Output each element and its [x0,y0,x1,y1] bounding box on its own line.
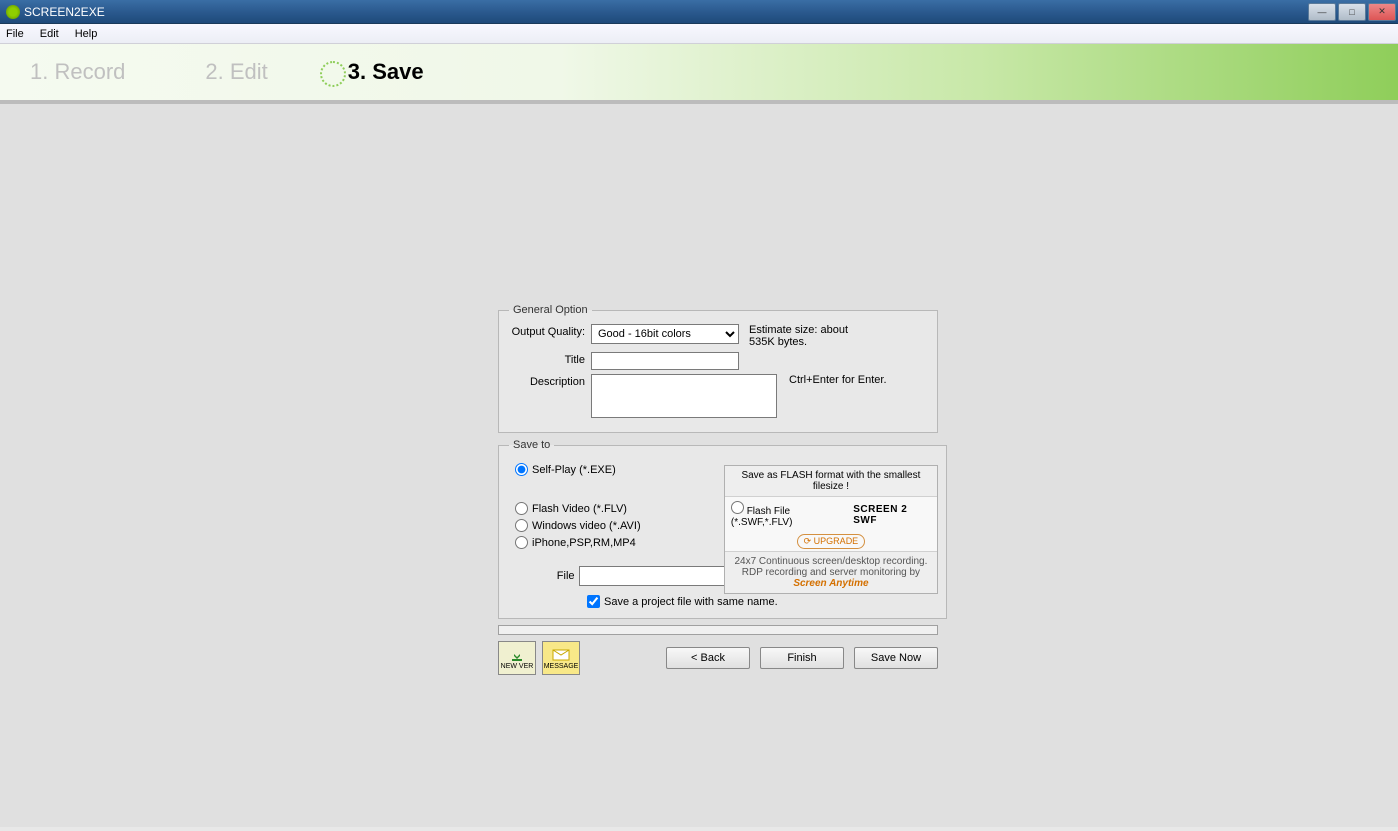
description-input[interactable] [591,374,777,418]
description-hint: Ctrl+Enter for Enter. [789,374,887,386]
download-icon [507,647,527,663]
promo-box: Save as FLASH format with the smallest f… [724,465,938,594]
title-label: Title [509,352,585,366]
description-label: Description [509,374,585,388]
close-button[interactable]: ✕ [1368,3,1396,21]
menu-bar: File Edit Help [0,24,1398,44]
title-input[interactable] [591,352,739,370]
general-option-group: General Option Output Quality: Good - 16… [498,304,938,433]
app-title: SCREEN2EXE [24,5,105,19]
file-label: File [549,570,575,582]
maximize-button[interactable]: □ [1338,3,1366,21]
save-now-button[interactable]: Save Now [854,647,938,669]
step-record[interactable]: 1. Record [30,59,125,85]
save-project-checkbox[interactable] [587,595,600,608]
menu-file[interactable]: File [6,28,24,40]
radio-flash-file[interactable]: Flash File (*.SWF,*.FLV) [731,501,849,528]
new-version-button[interactable]: NEW VER [498,641,536,675]
save-project-label: Save a project file with same name. [604,596,778,608]
minimize-button[interactable]: — [1308,3,1336,21]
promo-headline: Save as FLASH format with the smallest f… [725,466,937,497]
estimate-size: Estimate size: about 535K bytes. [749,324,869,348]
quality-label: Output Quality: [509,324,585,338]
mail-icon [551,647,571,663]
progress-bar [498,625,938,635]
quality-select[interactable]: Good - 16bit colors [591,324,739,344]
menu-help[interactable]: Help [75,28,98,40]
menu-edit[interactable]: Edit [40,28,59,40]
step-save: 3. Save [348,59,424,85]
general-legend: General Option [509,304,592,316]
promo-description: 24x7 Continuous screen/desktop recording… [734,556,927,578]
saveto-legend: Save to [509,439,554,451]
title-bar: SCREEN2EXE — □ ✕ [0,0,1398,24]
upgrade-button[interactable]: ⟳ UPGRADE [797,534,866,549]
save-to-group: Save to Self-Play (*.EXE) Flash Video (*… [498,439,947,619]
content-area: General Option Output Quality: Good - 16… [0,104,1398,827]
back-button[interactable]: < Back [666,647,750,669]
step-edit[interactable]: 2. Edit [205,59,267,85]
message-button[interactable]: MESSAGE [542,641,580,675]
app-icon [6,5,20,19]
screen-anytime-logo[interactable]: Screen Anytime [793,578,868,589]
steps-banner: 1. Record 2. Edit 3. Save [0,44,1398,104]
screen2swf-logo: SCREEN 2 SWF [853,504,931,526]
finish-button[interactable]: Finish [760,647,844,669]
